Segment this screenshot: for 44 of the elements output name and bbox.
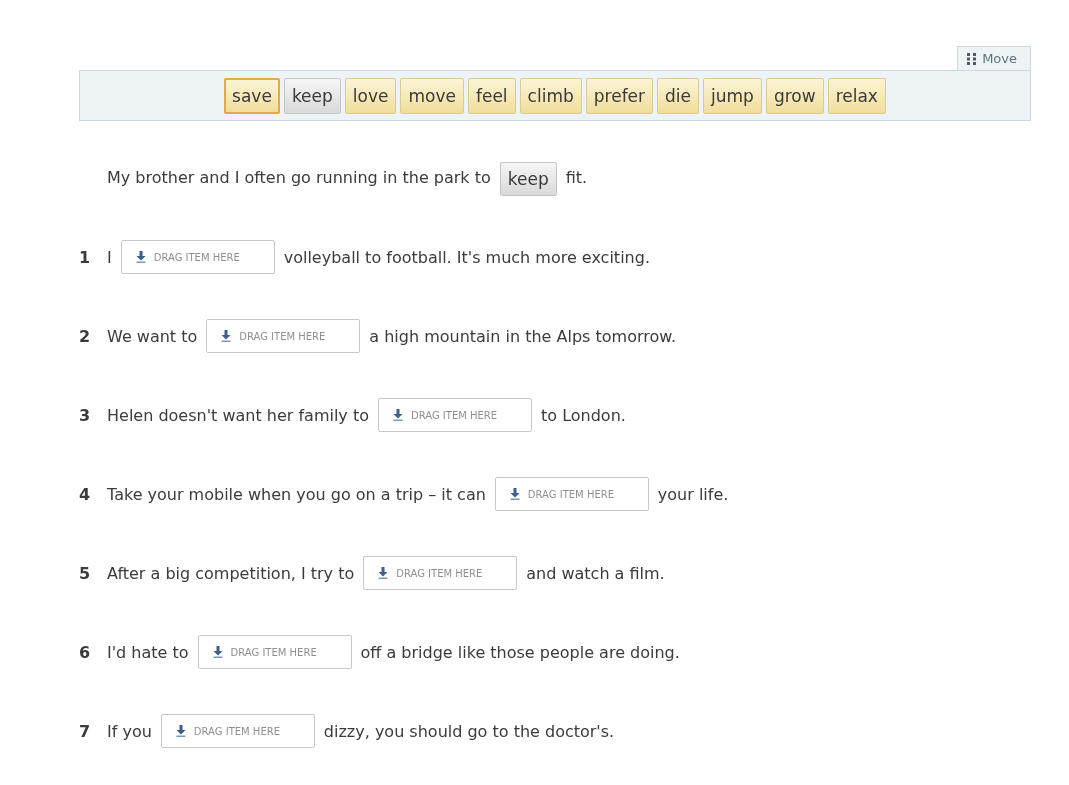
sentence-text: After a big competition, I try to [107, 563, 355, 583]
word-tile[interactable]: love [344, 78, 397, 114]
question-number: 3 [79, 405, 92, 425]
word-tile[interactable]: jump [703, 78, 762, 114]
sentence-text: to London. [541, 405, 626, 425]
question-number: 7 [79, 721, 92, 741]
grip-icon [967, 52, 977, 65]
sentence-text: a high mountain in the Alps tomorrow. [369, 326, 676, 346]
sentence-text: off a bridge like those people are doing. [360, 642, 680, 662]
sentence-text: your life. [657, 484, 729, 504]
sentence-text: I'd hate to [107, 642, 189, 662]
question-number: 6 [79, 642, 92, 662]
question-number: 4 [79, 484, 92, 504]
download-arrow-icon [393, 409, 403, 421]
word-tile[interactable]: prefer [585, 78, 654, 114]
word-tile[interactable]: feel [467, 78, 516, 114]
sentence-text: We want to [107, 326, 198, 346]
download-arrow-icon [378, 567, 389, 579]
sentence-text: If you [107, 721, 152, 741]
sentence-text: dizzy, you should go to the doctor's. [323, 721, 615, 741]
word-tile[interactable]: save [224, 78, 280, 114]
word-tile[interactable]: climb [519, 78, 582, 114]
download-arrow-icon [509, 488, 520, 500]
word-tile[interactable]: die [657, 78, 700, 114]
question-number: 2 [79, 326, 92, 346]
sentence-text: I [107, 247, 112, 267]
answer-word-tile: keep [499, 162, 557, 196]
question-number: 5 [79, 563, 92, 583]
sentence-text: Take your mobile when you go on a trip – it can [107, 484, 486, 504]
question-number: 1 [79, 247, 92, 267]
download-arrow-icon [212, 646, 223, 658]
word-tile[interactable]: relax [827, 78, 886, 114]
sentence-text: My brother and I often go running in the park to [107, 167, 491, 187]
move-handle[interactable]: Move [957, 46, 1031, 70]
sentence-text: volleyball to football. It's much more exciting. [283, 247, 650, 267]
download-arrow-icon [135, 251, 146, 263]
download-arrow-icon [221, 330, 232, 342]
sentence-text: Helen doesn't want her family to [107, 405, 369, 425]
sentence-text: fit. [565, 167, 588, 187]
word-tile[interactable]: keep [283, 78, 341, 114]
word-tile[interactable]: move [400, 78, 464, 114]
download-arrow-icon [175, 725, 186, 737]
word-tile[interactable]: grow [765, 78, 824, 114]
sentence-text: and watch a film. [526, 563, 665, 583]
